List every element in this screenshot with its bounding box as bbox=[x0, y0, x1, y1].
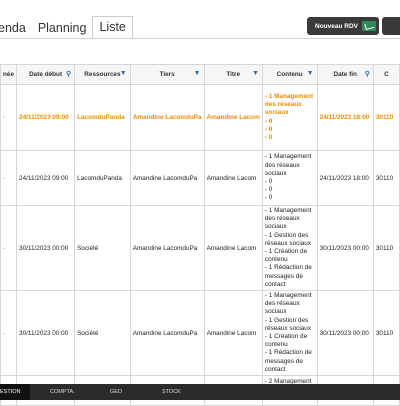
col-header-annee[interactable]: née bbox=[0, 64, 18, 85]
col-header-ressources[interactable]: Ressources ▼ bbox=[74, 64, 131, 85]
tab-liste[interactable]: Liste bbox=[92, 16, 133, 38]
tabs-divider bbox=[0, 38, 400, 39]
new-appointment-button[interactable]: Nouveau RDV bbox=[307, 17, 379, 35]
contenu-cell: - 1 Management des réseaux sociaux - 0 -… bbox=[261, 84, 318, 151]
table-row[interactable]: · 30/11/2023 00:00 Société Amandine Laco… bbox=[0, 205, 400, 291]
new-appointment-label: Nouveau RDV bbox=[315, 22, 358, 30]
filter-icon[interactable]: ▼ bbox=[120, 70, 127, 77]
col-header-tiers[interactable]: Tiers ▼ bbox=[129, 64, 205, 85]
col-header-date-debut[interactable]: Date début ⚲ bbox=[16, 64, 76, 85]
nav-ged[interactable]: GED bbox=[110, 389, 122, 395]
col-header-titre[interactable]: Titre ▼ bbox=[203, 64, 263, 85]
bottom-nav: ESTION COMPTA. GED STOCK bbox=[0, 384, 400, 400]
contenu-cell: - 1 Management des réseaux sociaux - 0 -… bbox=[261, 150, 318, 206]
filter-icon[interactable]: ▼ bbox=[194, 70, 201, 77]
nav-stock[interactable]: STOCK bbox=[162, 389, 181, 395]
col-header-code[interactable]: C bbox=[372, 64, 400, 85]
contenu-cell: - 1 Management des réseaux sociaux - 1 G… bbox=[261, 290, 318, 376]
table-row[interactable]: · 30/11/2023 00:00 Société Amandine Laco… bbox=[0, 290, 400, 376]
nav-compta[interactable]: COMPTA. bbox=[50, 389, 75, 395]
filter-icon[interactable]: ▼ bbox=[307, 70, 314, 77]
secondary-action-button[interactable] bbox=[382, 17, 400, 35]
search-icon[interactable]: ⚲ bbox=[66, 70, 71, 78]
table-header-row: née Date début ⚲ Ressources ▼ Tiers ▼ Titre… bbox=[0, 64, 400, 85]
col-header-date-fin[interactable]: Date fin ⚲ bbox=[316, 64, 374, 85]
tab-agenda[interactable]: enda bbox=[0, 18, 32, 38]
col-header-contenu[interactable]: Contenu ▼ bbox=[261, 64, 318, 85]
appointments-table: née Date début ⚲ Ressources ▼ Tiers ▼ Titre… bbox=[0, 64, 400, 406]
contenu-cell: - 1 Management des réseaux sociaux - 1 G… bbox=[261, 205, 318, 291]
table-row[interactable]: · 24/11/2023 09:00 LacomduPanda Amandine… bbox=[0, 84, 400, 151]
filter-icon[interactable]: ▼ bbox=[252, 70, 259, 77]
table-row[interactable]: · 24/11/2023 09:00 LacomduPanda Amandine… bbox=[0, 150, 400, 206]
calendar-check-icon bbox=[361, 21, 376, 31]
nav-gestion[interactable]: ESTION bbox=[0, 384, 31, 400]
view-tabs: enda Planning Liste bbox=[0, 16, 133, 38]
search-icon[interactable]: ⚲ bbox=[365, 70, 370, 78]
tab-planning[interactable]: Planning bbox=[32, 18, 93, 38]
